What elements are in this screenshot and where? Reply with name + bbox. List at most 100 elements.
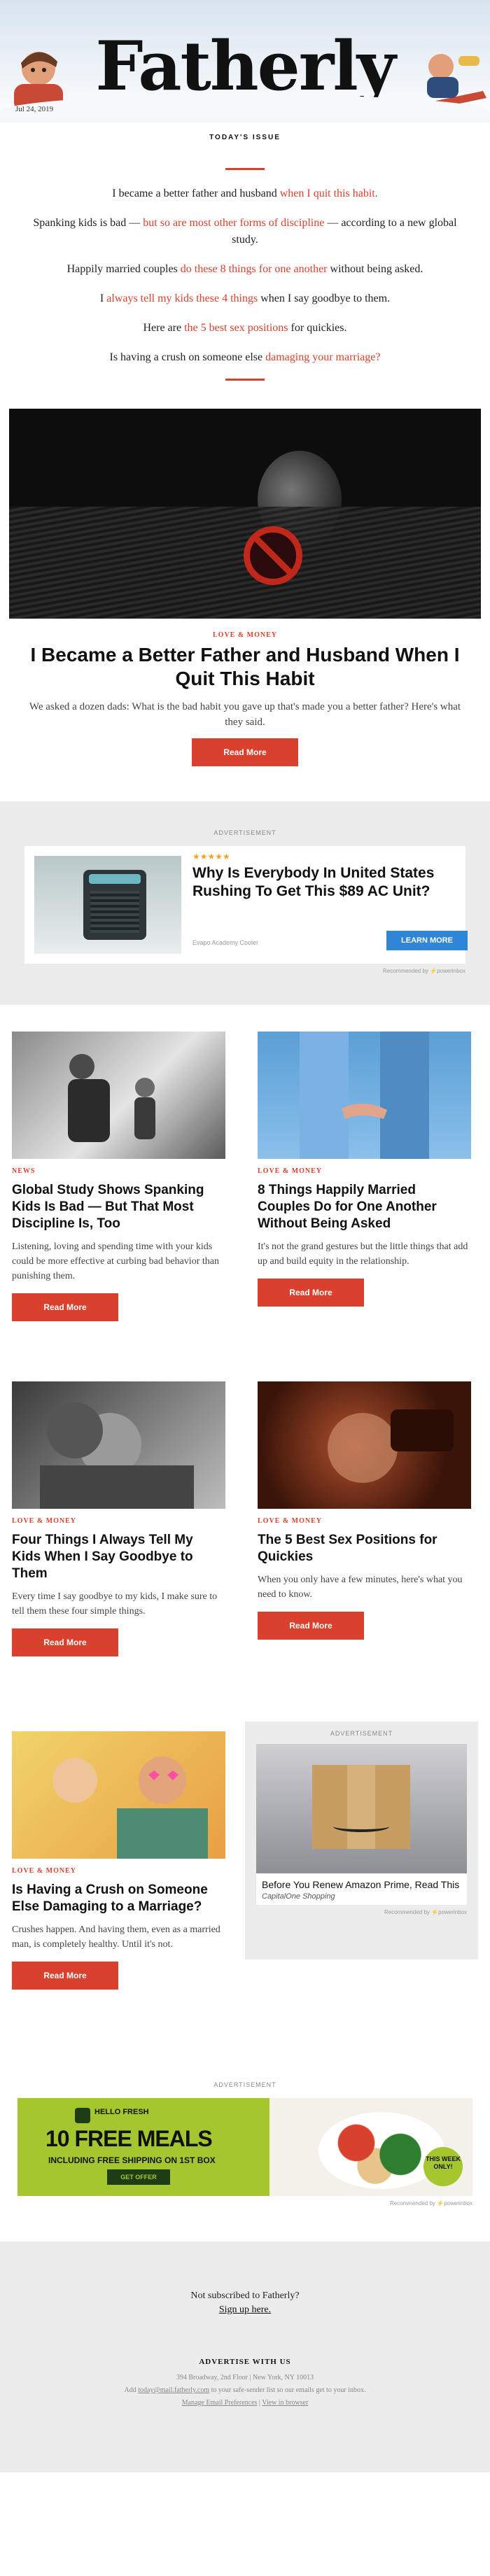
subscribe-question: Not subscribed to Fatherly? [190, 2290, 300, 2301]
article-card: NEWS Global Study Shows Spanking Kids Is… [12, 1032, 225, 1321]
divider [225, 379, 265, 381]
hero-article: LOVE & MONEY I Became a Better Father an… [0, 619, 490, 766]
teaser-text: Is having a crush on someone else [109, 351, 266, 363]
read-more-button[interactable]: Read More [258, 1612, 364, 1640]
ad-label: ADVERTISEMENT [214, 2081, 276, 2088]
amazon-prime-ad[interactable]: ADVERTISEMENT Before You Renew Amazon Pr… [245, 1722, 478, 1959]
powerinbox-credit[interactable]: Recommended by ⚡powerinbox [18, 2200, 472, 2207]
teaser-text: Spanking kids is bad — [33, 217, 144, 229]
view-in-browser-link[interactable]: View in browser [262, 2399, 308, 2407]
hero-title[interactable]: I Became a Better Father and Husband Whe… [21, 643, 469, 691]
parent-child-photo [68, 1054, 155, 1142]
ad-source: CapitalOne Shopping [262, 1892, 335, 1901]
sender-email-link[interactable]: today@mail.fatherly.com [138, 2386, 209, 2394]
article-dek: Crushes happen. And having them, even as… [12, 1924, 220, 1950]
teaser-text: for quickies. [288, 322, 347, 334]
issue-date: Jul 24, 2019 [15, 105, 54, 113]
article-image[interactable] [258, 1381, 471, 1509]
article-image[interactable] [12, 1731, 225, 1859]
teaser-text: I became a better father and husband [112, 188, 280, 199]
article-kicker[interactable]: LOVE & MONEY [258, 1167, 471, 1175]
holding-hands-photo [300, 1032, 429, 1159]
article-dek: It's not the grand gestures but the litt… [258, 1241, 468, 1267]
teaser-link[interactable]: damaging your marriage? [265, 351, 380, 363]
ad-text[interactable]: Before You Renew Amazon Prime, Read This… [256, 1873, 467, 1905]
teaser-text: Happily married couples [66, 263, 181, 275]
article-card: LOVE & MONEY Is Having a Crush on Someon… [12, 1731, 225, 1990]
hero-read-more-button[interactable]: Read More [192, 738, 298, 766]
ad-band: ADVERTISEMENT ★★★★★ Why Is Everybody In … [0, 801, 490, 1005]
article-kicker[interactable]: NEWS [12, 1167, 225, 1175]
crying-child-photo [40, 1402, 194, 1509]
article-dek: Every time I say goodbye to my kids, I m… [12, 1591, 218, 1617]
no-phone-icon [244, 526, 302, 585]
retro-couple-illustration [52, 1757, 208, 1859]
article-dek: Listening, loving and spending time with… [12, 1241, 219, 1281]
article-kicker[interactable]: LOVE & MONEY [258, 1517, 471, 1525]
teaser-item: I always tell my kids these 4 things whe… [28, 290, 462, 307]
ac-unit [83, 870, 146, 940]
signup-link[interactable]: Sign up here. [219, 2304, 271, 2316]
read-more-button[interactable]: Read More [12, 1293, 118, 1321]
article-title[interactable]: 8 Things Happily Married Couples Do for … [258, 1182, 471, 1232]
car-interior-photo [328, 1409, 454, 1483]
article-card: LOVE & MONEY 8 Things Happily Married Co… [258, 1032, 471, 1307]
meal-plate [318, 2112, 444, 2189]
hellofresh-logo: HELLO FRESH [75, 2108, 149, 2123]
article-grid: NEWS Global Study Shows Spanking Kids Is… [0, 1032, 490, 2081]
amazon-box-image[interactable] [256, 1744, 467, 1873]
teaser-text: I [99, 293, 107, 304]
teaser-item: Spanking kids is bad — but so are most o… [28, 215, 462, 248]
note-text: to your safe-sender list so our emails g… [209, 2386, 366, 2394]
article-title[interactable]: Global Study Shows Spanking Kids Is Bad … [12, 1182, 225, 1232]
hero-kicker[interactable]: LOVE & MONEY [21, 631, 469, 639]
email-header: Fatherly Jul 24, 2019 [0, 0, 490, 122]
article-title[interactable]: The 5 Best Sex Positions for Quickies [258, 1532, 471, 1565]
teaser-item: Here are the 5 best sex positions for qu… [28, 320, 462, 337]
ac-unit-ad[interactable]: ★★★★★ Why Is Everybody In United States … [24, 846, 468, 964]
todays-issue-label: TODAY'S ISSUE [209, 134, 281, 141]
teaser-link[interactable]: do these 8 things for one another [181, 263, 328, 275]
learn-more-button[interactable]: LEARN MORE [386, 931, 468, 950]
read-more-button[interactable]: Read More [12, 1962, 118, 1990]
get-offer-button[interactable]: GET OFFER [107, 2169, 170, 2185]
article-kicker[interactable]: LOVE & MONEY [12, 1867, 225, 1875]
amazon-box [312, 1765, 410, 1849]
manage-preferences-link[interactable]: Manage Email Preferences [182, 2399, 258, 2407]
ad-title[interactable]: Why Is Everybody In United States Rushin… [192, 864, 469, 901]
teaser-link[interactable]: but so are most other forms of disciplin… [143, 217, 324, 229]
article-dek: When you only have a few minutes, here's… [258, 1575, 463, 1600]
mailing-address: 394 Broadway, 2nd Floor | New York, NY 1… [176, 2374, 314, 2381]
footer-info: 394 Broadway, 2nd Floor | New York, NY 1… [28, 2372, 462, 2409]
ac-unit-image[interactable] [34, 856, 181, 954]
ad-title[interactable]: Before You Renew Amazon Prime, Read This [262, 1879, 461, 1891]
powerinbox-credit[interactable]: Recommended by ⚡powerinbox [256, 1909, 467, 1915]
safe-sender-note: Add today@mail.fatherly.com to your safe… [28, 2384, 462, 2397]
ad-subheadline: INCLUDING FREE SHIPPING ON 1ST BOX [48, 2155, 216, 2165]
article-title[interactable]: Is Having a Crush on Someone Else Damagi… [12, 1882, 225, 1915]
note-text: Add [124, 2386, 139, 2394]
advertise-link[interactable]: ADVERTISE WITH US [28, 2358, 462, 2366]
teaser-text: without being asked. [327, 263, 424, 275]
article-card: LOVE & MONEY The 5 Best Sex Positions fo… [258, 1381, 471, 1640]
teaser-link[interactable]: always tell my kids these 4 things [106, 293, 258, 304]
teaser-item: I became a better father and husband whe… [28, 185, 462, 202]
hero-image[interactable] [9, 409, 481, 619]
read-more-button[interactable]: Read More [258, 1279, 364, 1307]
article-image[interactable] [258, 1032, 471, 1159]
article-image[interactable] [12, 1381, 225, 1509]
teaser-link[interactable]: when I quit this habit. [280, 188, 378, 199]
teaser-item: Is having a crush on someone else damagi… [28, 349, 462, 366]
article-title[interactable]: Four Things I Always Tell My Kids When I… [12, 1532, 225, 1582]
ad-headline: 10 FREE MEALS [46, 2126, 213, 2151]
article-image[interactable] [12, 1032, 225, 1159]
article-kicker[interactable]: LOVE & MONEY [12, 1517, 225, 1525]
this-week-badge: THIS WEEK ONLY! [424, 2147, 463, 2186]
hellofresh-ad[interactable]: HELLO FRESH 10 FREE MEALS INCLUDING FREE… [18, 2098, 472, 2196]
article-card: LOVE & MONEY Four Things I Always Tell M… [12, 1381, 225, 1656]
star-rating: ★★★★★ [192, 852, 230, 861]
powerinbox-credit[interactable]: Recommended by ⚡powerinbox [24, 968, 465, 974]
read-more-button[interactable]: Read More [12, 1628, 118, 1656]
teaser-link[interactable]: the 5 best sex positions [184, 322, 288, 334]
ad-label: ADVERTISEMENT [330, 1730, 393, 1737]
